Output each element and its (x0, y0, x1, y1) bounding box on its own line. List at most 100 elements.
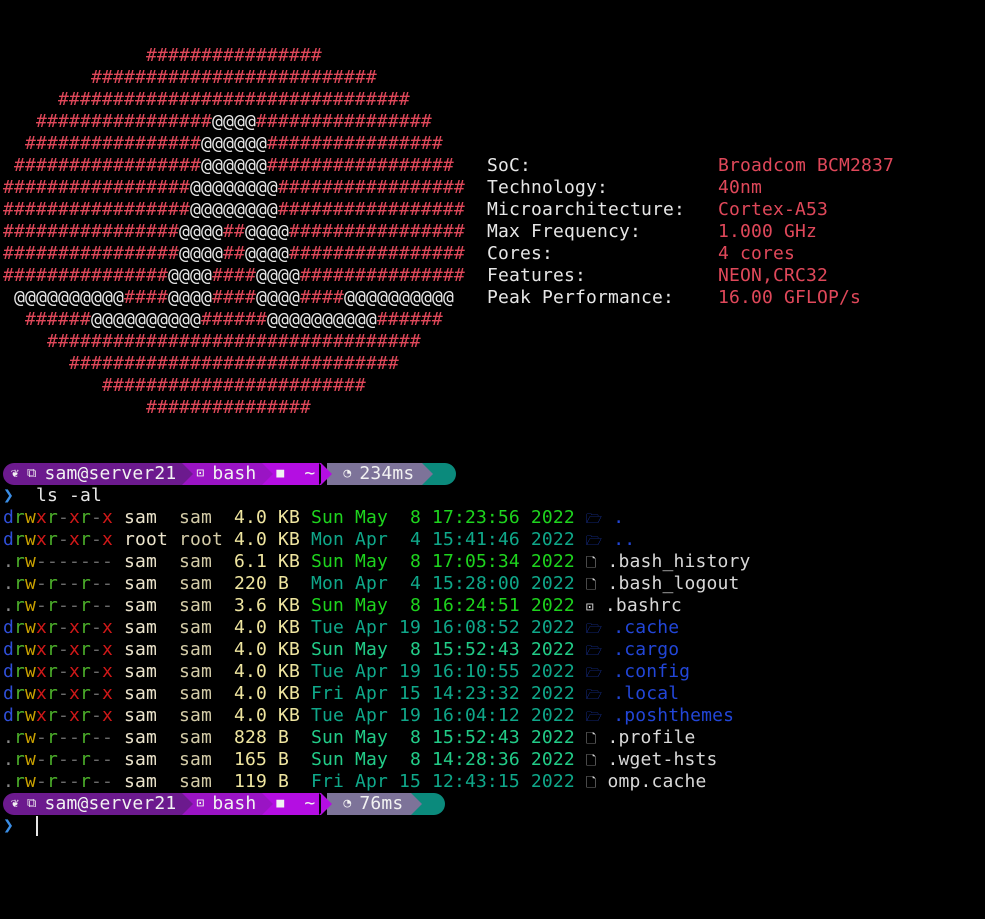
terminal-icon: ⊡ (585, 600, 594, 615)
prompt-bar: ❦ ⧉ sam@server21 ⊡ bash ■ ~ ◔ 76ms (3, 793, 751, 815)
group: sam (179, 595, 223, 616)
text-cursor (36, 816, 38, 836)
permissions: drwxr-xr-x (3, 661, 113, 682)
group: sam (179, 771, 223, 792)
path: ~ (304, 463, 316, 484)
segment-separator (262, 463, 274, 485)
ascii-logo-row: ################@@@@@@################ (25, 133, 443, 154)
info-value: NEON,CRC32 (718, 265, 828, 286)
info-value: Cortex-A53 (718, 199, 828, 220)
file-name[interactable]: .bashrc (605, 595, 682, 616)
owner: sam (124, 727, 168, 748)
permissions: drwxr-xr-x (3, 683, 113, 704)
file-name[interactable]: .. (613, 529, 635, 550)
raspberry-pi-icon: ❦ (11, 466, 19, 481)
ascii-logo-row: ################@@@@##@@@@##############… (3, 221, 465, 242)
info-key: SoC: (487, 155, 531, 176)
ascii-logo-row: ######################## (101, 375, 366, 396)
info-key: Cores: (487, 243, 553, 264)
file-row: drwxr-xr-x sam sam 4.0 KB Fri Apr 15 14:… (3, 683, 751, 705)
prompt-segment-shell: ⊡ bash (182, 793, 274, 815)
file-name[interactable]: .config (613, 661, 690, 682)
duration: 234ms (359, 463, 415, 484)
group: sam (179, 617, 223, 638)
modified-date: Mon Apr 4 15:41:46 2022 (310, 529, 575, 550)
terminal-icon: ⊡ (196, 796, 205, 811)
prompt-segment-duration: ◔ 76ms (327, 793, 423, 815)
input-line[interactable]: ❯ (3, 815, 751, 837)
owner: sam (124, 595, 168, 616)
file-size: 4.0 KB (234, 639, 300, 660)
ascii-logo-row: ################@@@@##@@@@##############… (3, 243, 465, 264)
file-icon: 🗋 (585, 732, 597, 747)
file-name[interactable]: .local (613, 683, 679, 704)
ascii-logo-row: ######@@@@@@@@@@######@@@@@@@@@@###### (25, 309, 443, 330)
info-value: 16.00 GFLOP/s (718, 287, 861, 308)
owner: sam (124, 617, 168, 638)
raspberry-pi-icon: ❦ (11, 796, 19, 811)
file-name[interactable]: .profile (608, 727, 696, 748)
file-row: drwxr-xr-x sam sam 4.0 KB Tue Apr 19 16:… (3, 705, 751, 727)
info-value: 40nm (718, 177, 762, 198)
file-name[interactable]: .poshthemes (613, 705, 734, 726)
duration: 76ms (359, 793, 404, 814)
folder-icon: ■ (276, 796, 285, 811)
file-size: 4.0 KB (234, 617, 300, 638)
ascii-logo-row: ################################## (47, 331, 421, 352)
group: sam (179, 727, 223, 748)
permissions: drwxr-xr-x (3, 639, 113, 660)
user-host: sam@server21 (44, 463, 177, 484)
info-row-cores: Cores: 4 cores (487, 243, 894, 265)
network-icon: ⧉ (27, 796, 37, 811)
file-icon: 🗋 (585, 578, 597, 593)
modified-date: Tue Apr 19 16:10:55 2022 (310, 661, 575, 682)
segment-separator (182, 793, 194, 815)
file-name[interactable]: . (613, 507, 624, 528)
file-row: drwxr-xr-x sam sam 4.0 KB Sun May 8 15:5… (3, 639, 751, 661)
group: sam (179, 507, 223, 528)
file-name[interactable]: .bash_logout (608, 573, 740, 594)
file-name[interactable]: .cargo (613, 639, 679, 660)
prompt-segment-user: ❦ ⧉ sam@server21 (3, 463, 194, 485)
modified-date: Mon Apr 4 15:28:00 2022 (310, 573, 575, 594)
info-value: 4 cores (718, 243, 795, 264)
file-size: 3.6 KB (234, 595, 300, 616)
cpu-info-panel: SoC: Broadcom BCM2837 Technology: 40nm Mic… (487, 155, 894, 309)
ascii-logo-row: #################@@@@@@@@###############… (3, 199, 465, 220)
group: sam (179, 551, 223, 572)
prompt-segment-user: ❦ ⧉ sam@server21 (3, 793, 194, 815)
info-value: 1.000 GHz (718, 221, 817, 242)
segment-separator (411, 793, 423, 815)
info-key: Technology: (487, 177, 608, 198)
file-name[interactable]: .bash_history (608, 551, 751, 572)
permissions: drwxr-xr-x (3, 617, 113, 638)
file-icon: 🗋 (585, 754, 597, 769)
file-row: drwxr-xr-x sam sam 4.0 KB Tue Apr 19 16:… (3, 661, 751, 683)
file-size: 4.0 KB (234, 705, 300, 726)
owner: sam (124, 683, 168, 704)
info-row-max-frequency: Max Frequency: 1.000 GHz (487, 221, 894, 243)
file-row: drwxr-xr-x sam sam 4.0 KB Sun May 8 17:2… (3, 507, 751, 529)
file-row: drwxr-xr-x root root 4.0 KB Mon Apr 4 15… (3, 529, 751, 551)
file-name[interactable]: .wget-hsts (608, 749, 718, 770)
owner: sam (124, 661, 168, 682)
file-icon: 🗋 (585, 776, 597, 791)
owner: sam (124, 507, 168, 528)
segment-separator (422, 463, 434, 485)
group: sam (179, 705, 223, 726)
group: sam (179, 639, 223, 660)
modified-date: Fri Apr 15 14:23:32 2022 (310, 683, 575, 704)
permissions: .rw-r--r-- (3, 573, 113, 594)
modified-date: Tue Apr 19 16:08:52 2022 (310, 617, 575, 638)
group: sam (179, 683, 223, 704)
file-row: .rw-r--r-- sam sam 165 B Sun May 8 14:28… (3, 749, 751, 771)
file-name[interactable]: .cache (613, 617, 679, 638)
owner: sam (124, 573, 168, 594)
file-name[interactable]: omp.cache (608, 771, 707, 792)
owner: sam (124, 551, 168, 572)
file-row: .rw------- sam sam 6.1 KB Sun May 8 17:0… (3, 551, 751, 573)
file-size: 4.0 KB (234, 683, 300, 704)
file-size: 4.0 KB (234, 661, 300, 682)
shell-name: bash (212, 463, 257, 484)
modified-date: Sun May 8 17:23:56 2022 (310, 507, 575, 528)
